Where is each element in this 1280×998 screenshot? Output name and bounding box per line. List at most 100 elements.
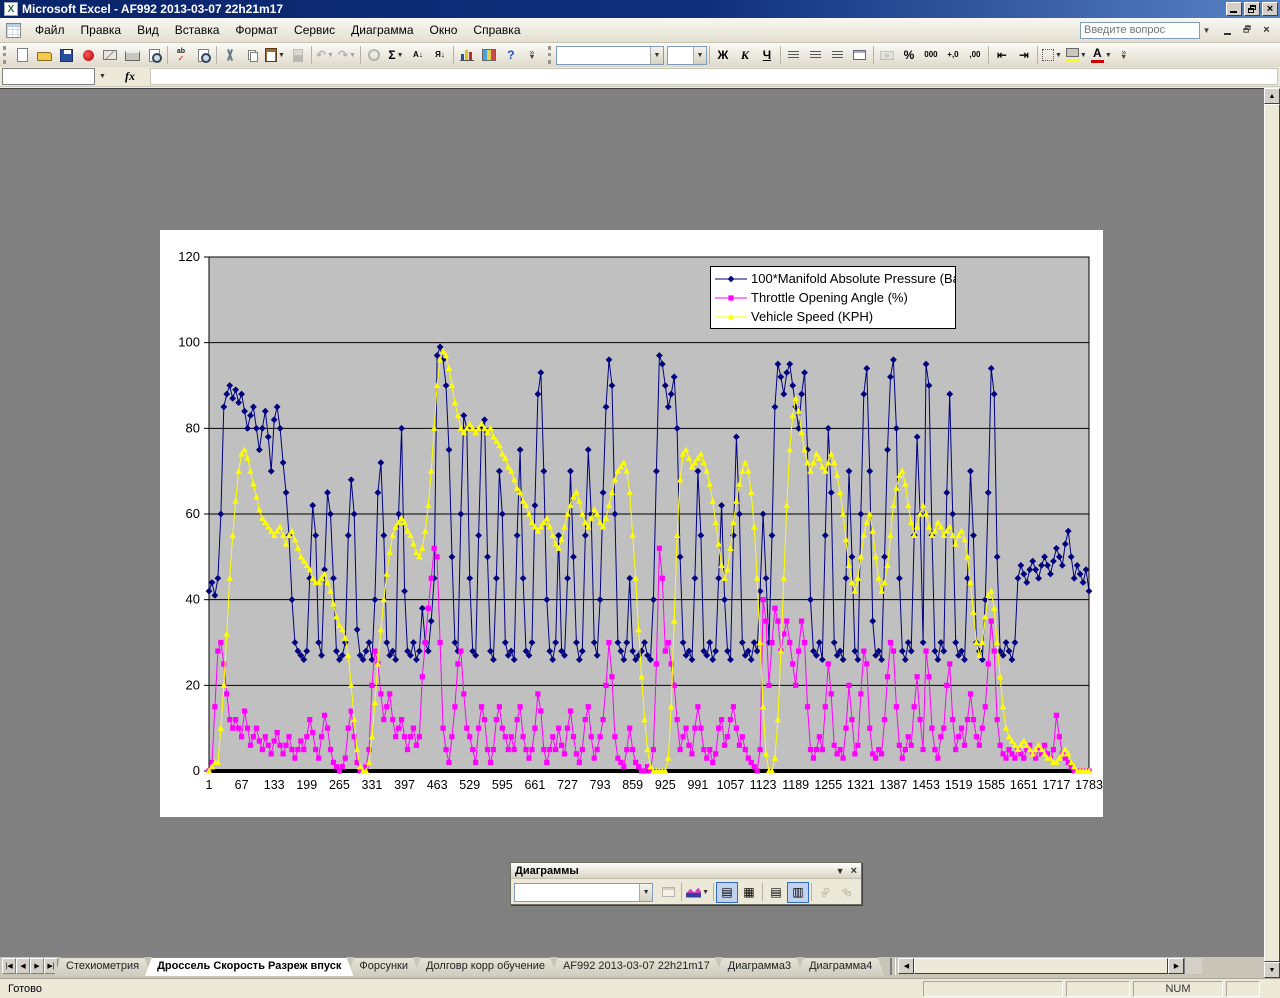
decrease-decimal-button[interactable]: ,00	[964, 45, 986, 66]
font-name-combo[interactable]: ▼	[556, 46, 664, 65]
formatting-toolbar-options-button[interactable]: »▼	[1116, 45, 1132, 66]
menu-file[interactable]: Файл	[27, 20, 73, 40]
decrease-indent-button[interactable]: ⇤	[991, 45, 1013, 66]
paste-dropdown-icon[interactable]: ▼	[278, 52, 285, 59]
chart-angle-text-up-button[interactable]: ab	[836, 882, 858, 903]
autosum-dropdown-icon[interactable]: ▼	[397, 52, 404, 59]
sort-descending-button[interactable]: Я↓	[429, 45, 451, 66]
cut-button[interactable]	[219, 45, 241, 66]
menu-view[interactable]: Вид	[129, 20, 167, 40]
insert-function-button[interactable]: fx	[110, 69, 150, 84]
fill-color-button[interactable]: ▼	[1064, 45, 1089, 66]
chart-data-table-button[interactable]: ▦	[738, 882, 760, 903]
restore-button[interactable]	[1244, 2, 1260, 16]
sheet-tab-6[interactable]: Диаграмма4	[797, 957, 884, 976]
chart-objects-combo[interactable]: ▼	[514, 883, 653, 902]
name-box-dropdown-icon[interactable]: ▼	[95, 68, 110, 85]
standard-toolbar-handle[interactable]	[3, 46, 8, 64]
chart-toolbar-titlebar[interactable]: Диаграммы ▼ ×	[511, 863, 861, 879]
help-button[interactable]: ?	[500, 45, 522, 66]
bold-button[interactable]: Ж	[712, 45, 734, 66]
menu-edit[interactable]: Правка	[73, 20, 130, 40]
chart-toolbar-options-icon[interactable]: ▼	[836, 866, 845, 876]
chart-angle-text-down-button[interactable]: ab	[814, 882, 836, 903]
doc-close-button[interactable]: ×	[1259, 23, 1274, 37]
vertical-scroll-thumb[interactable]	[1264, 104, 1280, 962]
horizontal-scrollbar[interactable]: ◀ ▶	[898, 958, 1184, 974]
chart-format-selected-button[interactable]	[657, 882, 679, 903]
chart-chart-type-button[interactable]: ▼	[684, 882, 711, 903]
format-painter-button[interactable]	[287, 45, 309, 66]
chart-legend[interactable]: 100*Manifold Absolute Pressure (BarThrot…	[710, 266, 956, 329]
fill-color-dropdown-icon[interactable]: ▼	[1080, 52, 1087, 59]
currency-style-button[interactable]	[876, 45, 898, 66]
font-size-combo[interactable]: ▼	[667, 46, 707, 65]
undo-dropdown-icon[interactable]: ▼	[327, 52, 334, 59]
formatting-toolbar-handle[interactable]	[548, 46, 553, 64]
scroll-down-icon[interactable]: ▼	[1264, 962, 1280, 978]
print-preview-button[interactable]	[143, 45, 165, 66]
permission-button[interactable]	[77, 45, 99, 66]
paste-button[interactable]: ▼	[263, 45, 287, 66]
undo-button[interactable]: ↶▼	[314, 45, 336, 66]
menu-insert[interactable]: Вставка	[167, 20, 228, 40]
underline-button[interactable]: Ч	[756, 45, 778, 66]
tab-split-handle[interactable]	[890, 958, 896, 975]
menu-chart[interactable]: Диаграмма	[343, 20, 421, 40]
chart-by-columns-button[interactable]: ▥	[787, 882, 809, 903]
font-color-button[interactable]: А▼	[1089, 45, 1114, 66]
italic-button[interactable]: К	[734, 45, 756, 66]
font-color-dropdown-icon[interactable]: ▼	[1105, 52, 1112, 59]
close-button[interactable]: ×	[1262, 2, 1278, 16]
sheet-tab-5[interactable]: Диаграмма3	[716, 957, 803, 976]
sheet-tab-4[interactable]: AF992 2013-03-07 22h21m17	[551, 957, 722, 976]
open-button[interactable]	[33, 45, 55, 66]
horizontal-scroll-thumb[interactable]	[914, 958, 1168, 974]
ask-question-input[interactable]	[1080, 22, 1200, 39]
sheet-tab-3[interactable]: Долговр корр обучение	[414, 957, 557, 976]
chart-by-rows-button[interactable]: ▤	[765, 882, 787, 903]
menu-window[interactable]: Окно	[422, 20, 466, 40]
new-button[interactable]	[11, 45, 33, 66]
sort-ascending-button[interactable]: А↓	[407, 45, 429, 66]
sheet-tab-1[interactable]: Дроссель Скорость Разреж впуск	[145, 957, 353, 976]
menu-tools[interactable]: Сервис	[286, 20, 343, 40]
ask-question-dropdown-icon[interactable]: ▼	[1200, 22, 1213, 39]
minimize-button[interactable]	[1226, 2, 1242, 16]
chart-legend-toggle-button[interactable]: ▤	[716, 882, 738, 903]
vertical-scrollbar[interactable]: ▲ ▼	[1264, 88, 1280, 978]
redo-button[interactable]: ↷▼	[336, 45, 358, 66]
spelling-button[interactable]: ab✓	[170, 45, 192, 66]
comma-style-button[interactable]: 000	[920, 45, 942, 66]
name-box[interactable]	[2, 68, 95, 85]
chart-type-dropdown-icon[interactable]: ▼	[702, 889, 709, 896]
increase-indent-button[interactable]: ⇥	[1013, 45, 1035, 66]
next-sheet-button[interactable]: ▶	[30, 958, 44, 974]
copy-button[interactable]	[241, 45, 263, 66]
standard-toolbar-options-button[interactable]: »▼	[524, 45, 540, 66]
email-button[interactable]	[99, 45, 121, 66]
chart-wizard-button[interactable]	[456, 45, 478, 66]
align-left-button[interactable]	[783, 45, 805, 66]
merge-center-button[interactable]	[849, 45, 871, 66]
borders-dropdown-icon[interactable]: ▼	[1055, 52, 1062, 59]
scroll-up-icon[interactable]: ▲	[1264, 88, 1280, 104]
formula-input[interactable]	[150, 68, 1278, 85]
increase-decimal-button[interactable]: +,0	[942, 45, 964, 66]
hscroll-right-icon[interactable]: ▶	[1168, 958, 1184, 974]
prev-sheet-button[interactable]: ◀	[16, 958, 30, 974]
first-sheet-button[interactable]: |◀	[2, 958, 16, 974]
align-center-button[interactable]	[805, 45, 827, 66]
doc-restore-button[interactable]	[1240, 23, 1255, 37]
sheet-tab-0[interactable]: Стехиометрия	[54, 957, 151, 976]
redo-dropdown-icon[interactable]: ▼	[349, 52, 356, 59]
research-button[interactable]	[192, 45, 214, 66]
save-button[interactable]	[55, 45, 77, 66]
hscroll-left-icon[interactable]: ◀	[898, 958, 914, 974]
menu-format[interactable]: Формат	[227, 20, 286, 40]
insert-hyperlink-button[interactable]	[363, 45, 385, 66]
sheet-tab-2[interactable]: Форсунки	[347, 957, 420, 976]
autosum-button[interactable]: Σ▼	[385, 45, 407, 66]
menu-help[interactable]: Справка	[465, 20, 528, 40]
doc-minimize-button[interactable]	[1221, 23, 1236, 37]
